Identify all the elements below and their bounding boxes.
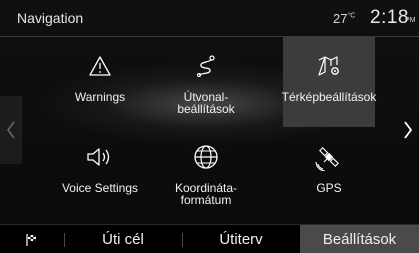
menu-item-label: Voice Settings	[61, 181, 139, 195]
flag-icon	[26, 233, 36, 246]
menu-item-label: GPS	[316, 181, 342, 195]
map-settings-icon	[318, 56, 339, 76]
menu-item-label: Térképbeállítások	[281, 90, 377, 104]
menu-item-gps[interactable]: GPS	[283, 128, 375, 218]
menu-item-label: Koordináta- formátum	[174, 181, 238, 207]
clock-time: 2:18	[370, 7, 409, 28]
menu-item-label: Útvonal- beállítások	[177, 90, 235, 116]
status-bar: Navigation 27°C 2:18 PM	[0, 0, 419, 37]
clock-ampm: PM	[405, 17, 416, 24]
warning-triangle-icon	[89, 56, 111, 76]
bottom-tab-bar: Úti cél Útiterv Beállítások	[0, 224, 419, 253]
menu-item-voice-settings[interactable]: Voice Settings	[54, 128, 146, 218]
menu-item-route-settings[interactable]: Útvonal- beállítások	[160, 37, 252, 127]
menu-item-map-settings[interactable]: Térképbeállítások	[281, 37, 377, 127]
chevron-right-icon	[404, 121, 413, 139]
speaker-icon	[87, 148, 110, 166]
temperature-unit: °C	[347, 12, 356, 20]
previous-page-button[interactable]	[0, 96, 22, 164]
tab-settings[interactable]: Beállítások	[300, 225, 419, 253]
menu-item-label: Warnings	[74, 90, 126, 104]
route-icon	[196, 55, 215, 78]
navigation-settings-screen: Navigation 27°C 2:18 PM Warnings Útvonal…	[0, 0, 419, 253]
tab-destination-flag[interactable]	[0, 225, 64, 253]
temperature-value: 27	[333, 11, 348, 26]
menu-item-coordinate-format[interactable]: Koordináta- formátum	[160, 128, 252, 218]
menu-item-warnings[interactable]: Warnings	[54, 37, 146, 127]
satellite-icon	[315, 147, 339, 171]
chevron-left-icon	[7, 121, 15, 139]
globe-icon	[194, 145, 218, 169]
tab-destination[interactable]: Úti cél	[64, 225, 182, 253]
temperature-readout: 27°C	[333, 11, 355, 26]
screen-title: Navigation	[17, 10, 84, 26]
tab-itinerary[interactable]: Útiterv	[182, 225, 300, 253]
next-page-button[interactable]	[397, 96, 419, 164]
